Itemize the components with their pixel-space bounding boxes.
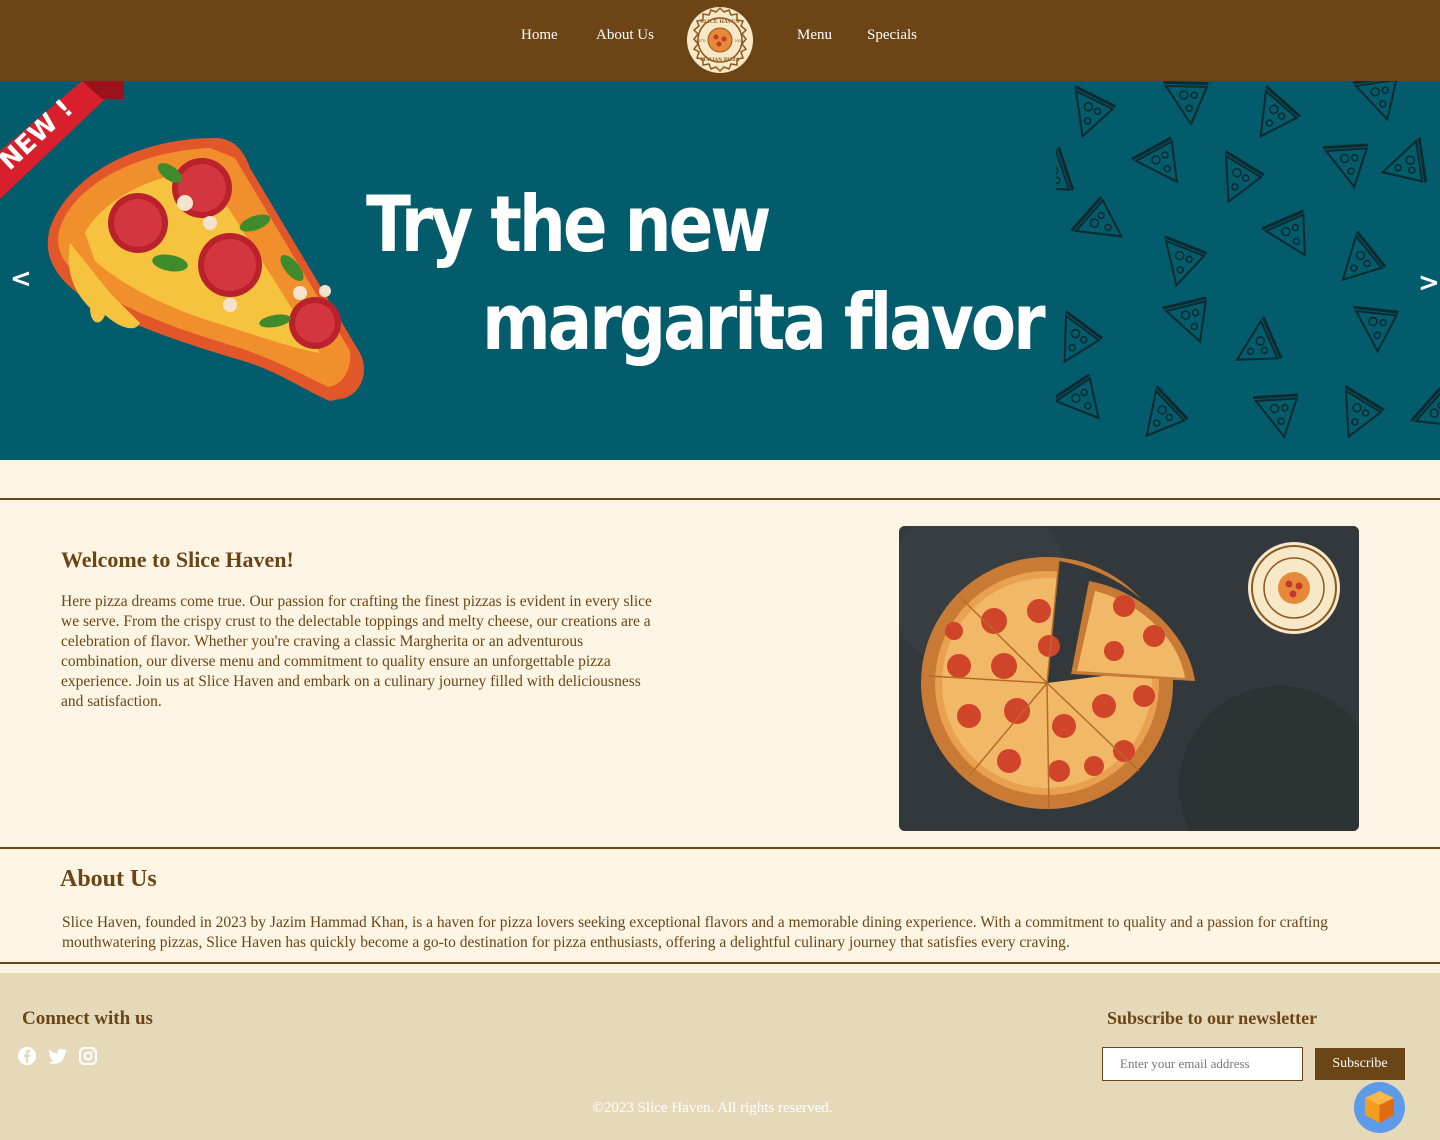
carousel-next-button[interactable]: > xyxy=(1418,268,1440,298)
svg-text:ESTD: ESTD xyxy=(696,39,706,43)
site-header: Home About Us SLICE HAVEN ITALIAN PIZZA … xyxy=(0,0,1440,81)
instagram-icon[interactable] xyxy=(78,1046,98,1066)
new-ribbon: NEW ! xyxy=(0,81,124,199)
floating-widget-button[interactable] xyxy=(1354,1082,1405,1133)
newsletter-title: Subscribe to our newsletter xyxy=(1107,1008,1318,1028)
carousel-prev-button[interactable]: < xyxy=(10,264,32,294)
hero-headline-line1: Try the new xyxy=(366,179,771,270)
site-footer: Connect with us Subscribe to our newslet… xyxy=(0,973,1440,1140)
slice-haven-logo[interactable]: SLICE HAVEN ITALIAN PIZZA ESTD 2023 xyxy=(686,6,754,74)
nav-menu[interactable]: Menu xyxy=(797,27,832,44)
section-divider xyxy=(0,498,1440,500)
hero-headline-line2: margarita flavor xyxy=(482,277,1046,368)
pizza-photo-image xyxy=(899,526,1359,831)
welcome-text: Here pizza dreams come true. Our passion… xyxy=(61,593,652,710)
pizza-pattern-decoration xyxy=(1056,81,1440,451)
hero-carousel: NEW ! Try the new margarita flavor < > xyxy=(0,81,1440,460)
nav-about-us[interactable]: About Us xyxy=(596,27,654,44)
twitter-icon[interactable] xyxy=(48,1046,68,1066)
pizza-photo xyxy=(899,526,1359,831)
section-divider xyxy=(0,847,1440,849)
cube-icon xyxy=(1365,1091,1394,1123)
facebook-icon[interactable] xyxy=(17,1046,37,1066)
nav-home[interactable]: Home xyxy=(521,27,558,44)
about-title: About Us xyxy=(60,866,157,892)
photo-logo-badge xyxy=(1248,542,1340,634)
subscribe-button[interactable]: Subscribe xyxy=(1315,1048,1405,1080)
svg-text:ITALIAN PIZZA: ITALIAN PIZZA xyxy=(701,57,740,63)
copyright-text: ©2023 Slice Haven. All rights reserved. xyxy=(592,1100,833,1116)
welcome-title: Welcome to Slice Haven! xyxy=(61,547,294,572)
newsletter-email-input[interactable] xyxy=(1102,1047,1303,1081)
svg-text:2023: 2023 xyxy=(735,39,744,43)
nav-specials[interactable]: Specials xyxy=(867,27,917,44)
ribbon-label: NEW ! xyxy=(0,94,79,177)
connect-title: Connect with us xyxy=(22,1008,153,1029)
svg-text:SLICE HAVEN: SLICE HAVEN xyxy=(700,19,740,25)
section-divider xyxy=(0,962,1440,964)
about-text: Slice Haven, founded in 2023 by Jazim Ha… xyxy=(62,914,1328,951)
